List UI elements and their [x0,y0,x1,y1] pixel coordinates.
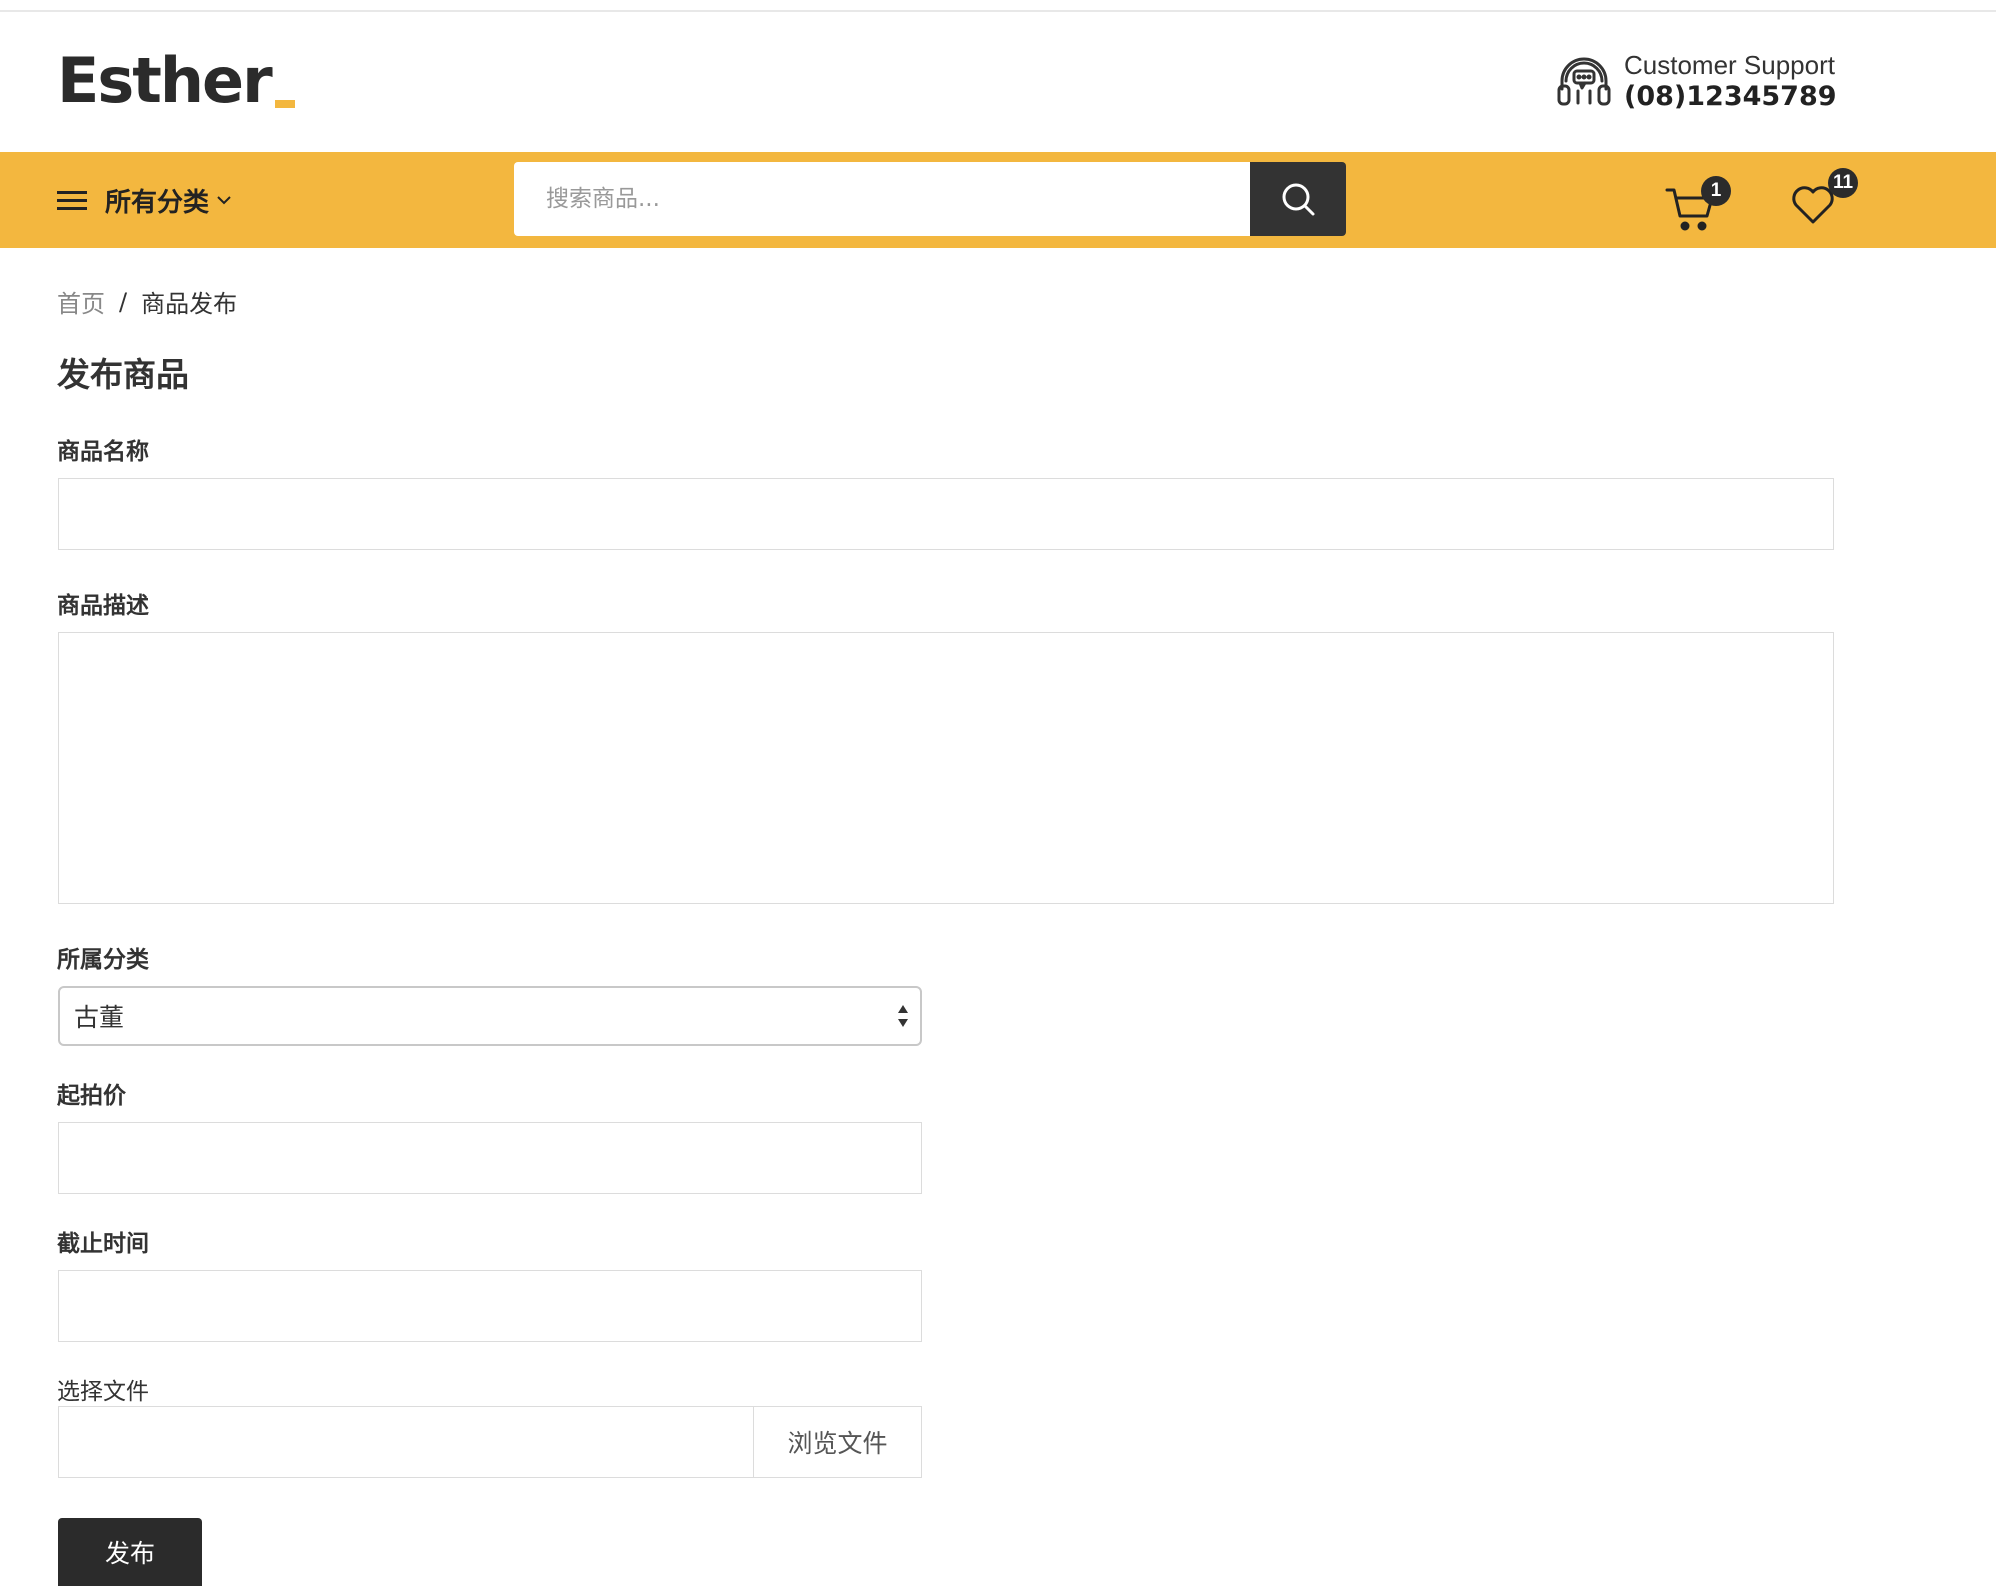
search-icon [1282,183,1315,216]
publish-button[interactable]: 发布 [58,1518,202,1586]
start-price-input[interactable] [58,1122,922,1194]
page-title: 发布商品 [57,355,189,394]
browse-file-button[interactable]: 浏览文件 [753,1407,921,1477]
deadline-label: 截止时间 [57,1231,149,1257]
site-logo[interactable]: Esther [57,48,295,112]
nav-bar: 所有分类 1 11 [0,152,1996,248]
logo-text: Esther [57,44,273,117]
file-picker: 浏览文件 [58,1406,922,1478]
cart-button[interactable]: 1 [1665,176,1737,232]
customer-support: Customer Support (08)12345789 [1556,50,1837,114]
all-categories-label: 所有分类 [105,187,210,218]
support-label: Customer Support [1624,50,1835,80]
start-price-label: 起拍价 [57,1083,126,1109]
deadline-input[interactable] [58,1270,922,1342]
search-input[interactable] [514,162,1250,236]
breadcrumb: 首页 / 商品发布 [57,284,237,319]
wishlist-button[interactable]: 11 [1790,168,1862,230]
search-button[interactable] [1250,162,1346,236]
hamburger-icon [57,189,87,211]
search-bar [514,162,1346,236]
product-name-input[interactable] [58,478,1834,550]
product-description-textarea[interactable] [58,632,1834,904]
top-border [0,10,1996,12]
all-categories-menu[interactable]: 所有分类 [57,178,233,222]
select-arrows-icon [898,1005,908,1027]
support-phone[interactable]: (08)12345789 [1624,80,1837,114]
breadcrumb-current: 商品发布 [141,290,238,318]
product-name-label: 商品名称 [57,439,149,465]
breadcrumb-home-link[interactable]: 首页 [57,284,105,319]
product-description-label: 商品描述 [57,593,149,619]
logo-underscore-mark [274,100,295,108]
breadcrumb-separator: / [119,287,128,316]
wishlist-count-badge: 11 [1828,168,1858,198]
chevron-down-icon [217,196,231,205]
cart-count-badge: 1 [1701,176,1731,206]
category-select[interactable]: 古董 [58,986,922,1046]
headset-icon [1557,57,1611,106]
file-label: 选择文件 [57,1379,149,1405]
category-selected-value: 古董 [74,1003,125,1032]
category-label: 所属分类 [57,947,149,973]
file-path-field[interactable] [59,1407,753,1477]
